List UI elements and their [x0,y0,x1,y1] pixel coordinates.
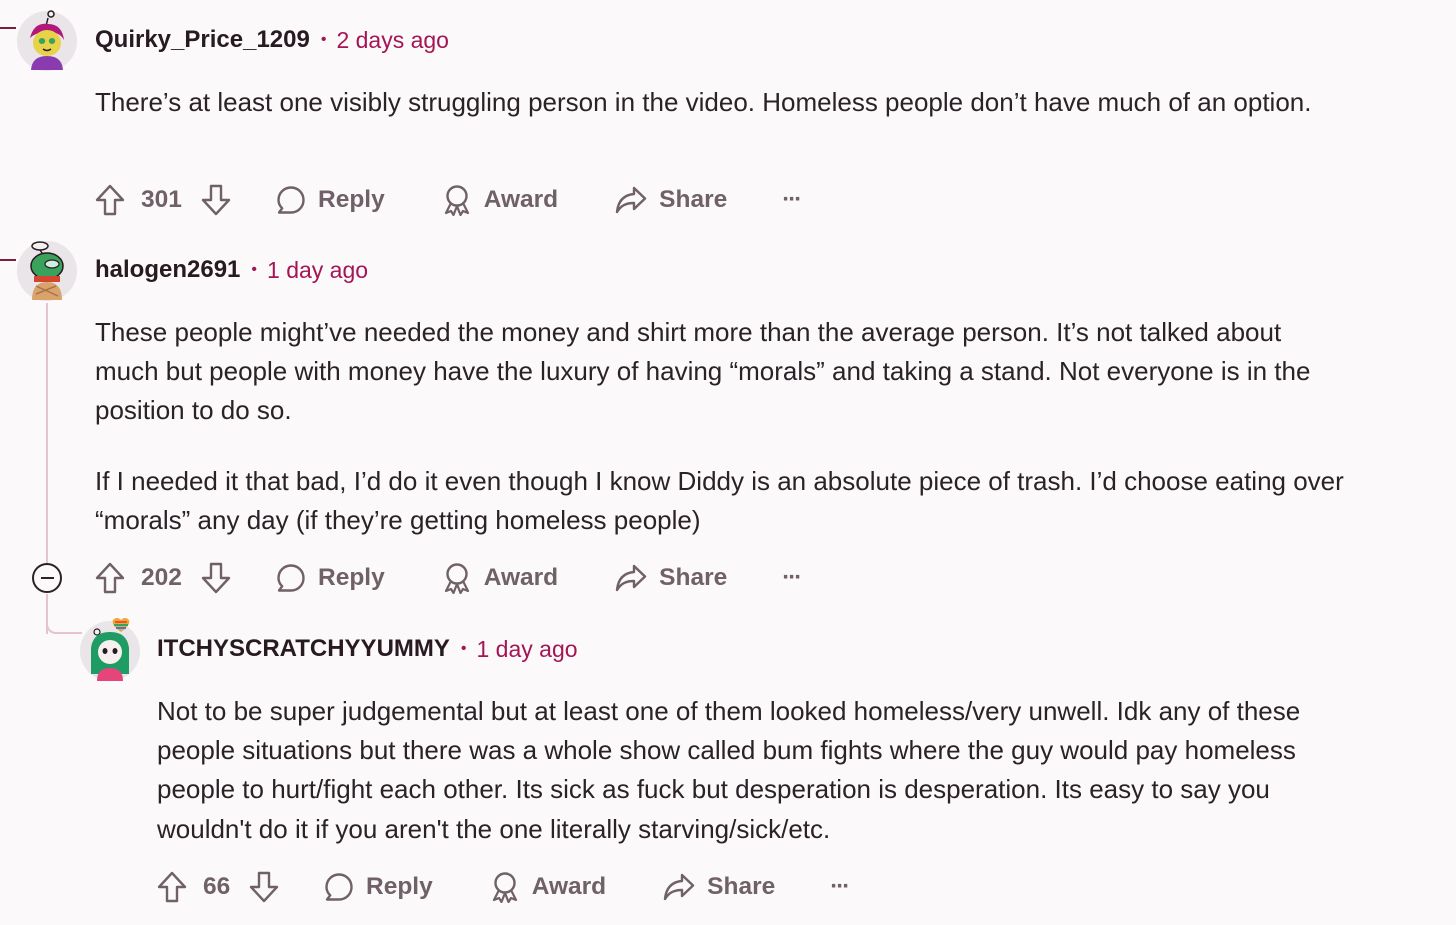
reply-label: Reply [318,186,385,213]
thread-line[interactable] [46,303,48,563]
share-button[interactable]: Share [615,563,727,593]
timestamp[interactable]: 2 days ago [336,27,449,54]
username[interactable]: Quirky_Price_1209 [95,26,310,54]
ellipsis-icon: ··· [782,564,802,591]
timestamp[interactable]: 1 day ago [477,636,578,663]
comment-meta: ITCHYSCRATCHYYUMMY • 1 day ago [157,631,578,667]
more-options-button[interactable]: ··· [830,873,850,901]
avatar[interactable] [79,618,140,681]
comment-actions: 202 Reply Award Share ··· [95,556,802,600]
downvote-button[interactable] [201,184,231,216]
share-label: Share [659,186,728,213]
arrow-up-icon [95,562,125,594]
separator-dot: • [320,31,327,48]
award-button[interactable]: Award [442,562,558,594]
avatar[interactable] [16,240,77,301]
arrow-up-icon [95,184,125,216]
upvote-button[interactable] [157,871,187,903]
more-options-button[interactable]: ··· [782,186,802,214]
share-button[interactable]: Share [663,872,775,902]
award-label: Award [531,873,607,900]
thread-connector [54,632,82,634]
comment-body: Not to be super judgemental but at least… [157,692,1367,849]
vote-score: 66 [203,873,231,900]
reply-button[interactable]: Reply [276,563,385,593]
minus-circle-icon [40,577,54,579]
collapse-thread-button[interactable] [32,563,62,593]
award-label: Award [483,564,559,591]
share-button[interactable]: Share [615,185,727,215]
avatar[interactable] [16,10,77,71]
ellipsis-icon: ··· [830,873,850,900]
comment-body: There’s at least one visibly struggling … [95,83,1345,122]
award-ribbon-icon [444,563,469,594]
comment-body: These people might’ve needed the money a… [95,313,1345,540]
award-ribbon-icon [492,872,517,903]
share-label: Share [707,873,776,900]
username[interactable]: halogen2691 [95,256,240,284]
award-button[interactable]: Award [490,871,606,903]
comment-actions: 66 Reply Award Share ··· [157,865,850,909]
speech-bubble-icon [325,873,353,901]
reply-button[interactable]: Reply [276,185,385,215]
thread-connector [0,259,16,261]
arrow-down-icon [201,184,231,216]
avatar-image [80,618,140,681]
arrow-up-icon [157,871,187,903]
upvote-button[interactable] [95,562,125,594]
share-arrow-icon [663,873,695,901]
award-label: Award [483,186,559,213]
timestamp[interactable]: 1 day ago [267,257,368,284]
comment-meta: Quirky_Price_1209 • 2 days ago [95,22,449,58]
downvote-button[interactable] [249,871,279,903]
reply-label: Reply [318,564,385,591]
speech-bubble-icon [277,186,305,214]
vote-score: 301 [141,186,182,213]
comment-actions: 301 Reply Award Share ··· [95,178,802,222]
award-button[interactable]: Award [442,184,558,216]
arrow-down-icon [249,871,279,903]
reply-label: Reply [366,873,433,900]
comment-paragraph: Not to be super judgemental but at least… [157,696,1301,844]
reply-button[interactable]: Reply [324,872,433,902]
comment-paragraph: There’s at least one visibly struggling … [95,87,1312,117]
username[interactable]: ITCHYSCRATCHYYUMMY [157,635,450,663]
separator-dot: • [251,261,258,278]
avatar-image [17,10,77,71]
comment-meta: halogen2691 • 1 day ago [95,252,368,288]
arrow-down-icon [201,562,231,594]
avatar-image [17,241,77,301]
vote-score: 202 [141,564,182,591]
separator-dot: • [460,640,467,657]
share-label: Share [659,564,728,591]
speech-bubble-icon [277,564,305,592]
upvote-button[interactable] [95,184,125,216]
comment-paragraph: These people might’ve needed the money a… [95,317,1311,426]
share-arrow-icon [615,186,647,214]
ellipsis-icon: ··· [782,186,802,213]
comment-paragraph: If I needed it that bad, I’d do it even … [95,465,1344,535]
thread-connector [0,27,16,29]
more-options-button[interactable]: ··· [782,564,802,592]
downvote-button[interactable] [201,562,231,594]
share-arrow-icon [615,564,647,592]
award-ribbon-icon [444,185,469,216]
